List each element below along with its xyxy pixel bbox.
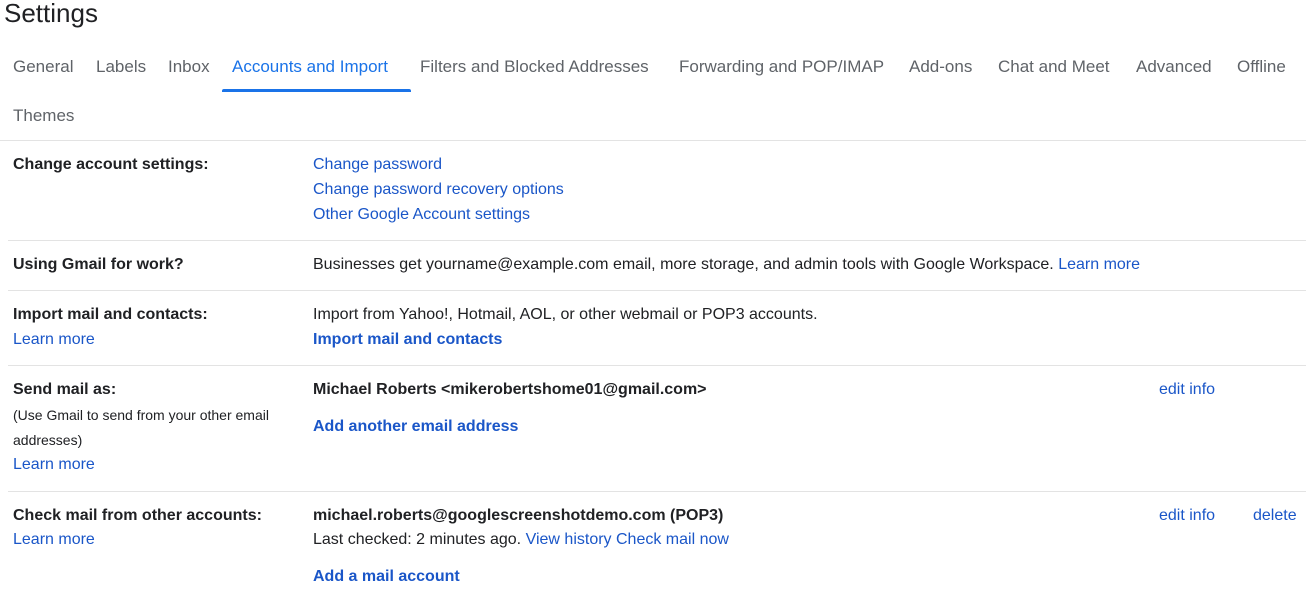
send-as-edit-info-link[interactable]: edit info [1159,381,1215,399]
add-mail-account-link[interactable]: Add a mail account [313,568,460,586]
gmail-work-text: Businesses get yourname@example.com emai… [313,256,1140,274]
tab-add-ons[interactable]: Add-ons [909,57,972,77]
check-mail-delete-link[interactable]: delete [1253,507,1297,525]
last-checked-row: Last checked: 2 minutes ago. View histor… [313,531,729,549]
gmail-work-description: Businesses get yourname@example.com emai… [313,256,1054,273]
other-account-settings-link[interactable]: Other Google Account settings [313,206,530,224]
send-as-label: Send mail as: [13,381,117,398]
gmail-work-label: Using Gmail for work? [13,256,184,273]
import-description: Import from Yahoo!, Hotmail, AOL, or oth… [313,306,818,323]
check-mail-now-link[interactable]: Check mail now [616,531,729,548]
change-account-label: Change account settings: [13,156,209,173]
divider [8,365,1306,366]
tab-forwarding[interactable]: Forwarding and POP/IMAP [679,57,884,77]
send-as-description-line1: (Use Gmail to send from your other email [13,407,269,423]
tab-themes[interactable]: Themes [13,106,74,126]
send-as-identity: Michael Roberts <mikerobertshome01@gmail… [313,381,707,398]
check-mail-learn-more-link[interactable]: Learn more [13,531,95,549]
add-email-address-link[interactable]: Add another email address [313,418,518,436]
tab-inbox[interactable]: Inbox [168,57,210,77]
check-mail-label: Check mail from other accounts: [13,507,262,524]
tab-offline[interactable]: Offline [1237,57,1286,77]
send-as-learn-more-link[interactable]: Learn more [13,456,95,474]
change-password-link[interactable]: Change password [313,156,442,174]
divider [0,140,1306,141]
divider [8,240,1306,241]
check-mail-edit-info-link[interactable]: edit info [1159,507,1215,525]
view-history-link[interactable]: View history [526,531,612,548]
import-learn-more-link[interactable]: Learn more [13,331,95,349]
page-title: Settings [4,0,98,28]
tab-accounts-and-import[interactable]: Accounts and Import [232,57,388,77]
gmail-work-learn-more-link[interactable]: Learn more [1058,256,1140,273]
import-mail-contacts-link[interactable]: Import mail and contacts [313,331,502,349]
tab-labels[interactable]: Labels [96,57,146,77]
change-recovery-link[interactable]: Change password recovery options [313,181,564,199]
tab-filters[interactable]: Filters and Blocked Addresses [420,57,649,77]
send-as-description-line2: addresses) [13,432,83,448]
import-label: Import mail and contacts: [13,306,208,323]
active-tab-indicator [222,89,411,92]
tab-advanced[interactable]: Advanced [1136,57,1212,77]
tab-chat-and-meet[interactable]: Chat and Meet [998,57,1110,77]
divider [8,491,1306,492]
divider [8,290,1306,291]
tab-general[interactable]: General [13,57,73,77]
pop3-account: michael.roberts@googlescreenshotdemo.com… [313,507,724,524]
last-checked-text: Last checked: 2 minutes ago. [313,531,522,548]
